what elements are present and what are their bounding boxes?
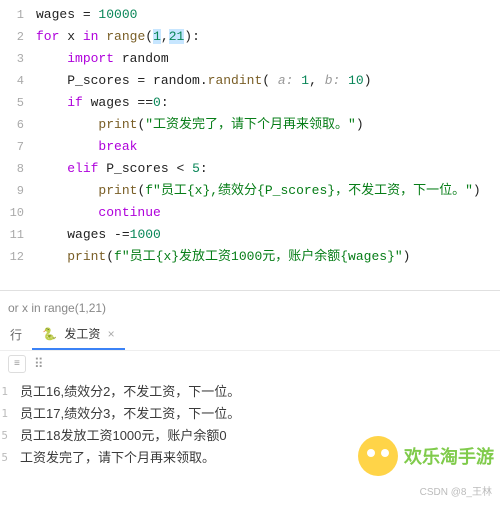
line-number: 6 — [0, 114, 36, 136]
code-content[interactable]: for x in range(1,21): — [36, 26, 500, 48]
code-content[interactable]: wages = 10000 — [36, 4, 500, 26]
code-content[interactable]: print(f"员工{x},绩效分{P_scores}，不发工资，下一位。") — [36, 180, 500, 202]
close-icon[interactable]: × — [108, 327, 115, 341]
code-line[interactable]: 10 continue — [0, 202, 500, 224]
code-line[interactable]: 5 if wages ==0: — [0, 92, 500, 114]
tab-bar: 行 🐍 发工资 × — [0, 319, 500, 351]
line-number: 12 — [0, 246, 36, 268]
output-text: 员工17,绩效分3，不发工资，下一位。 — [20, 403, 240, 425]
breadcrumb: or x in range(1,21) — [0, 297, 500, 319]
code-content[interactable]: elif P_scores < 5: — [36, 158, 500, 180]
code-editor[interactable]: 1wages = 100002for x in range(1,21):3 im… — [0, 0, 500, 268]
code-content[interactable]: print(f"员工{x}发放工资1000元，账户余额{wages}") — [36, 246, 500, 268]
line-number: 1 — [0, 4, 36, 26]
code-line[interactable]: 1wages = 10000 — [0, 4, 500, 26]
watermark-text: 欢乐淘手游 — [404, 443, 494, 469]
tab-script[interactable]: 🐍 发工资 × — [32, 319, 125, 350]
credit-text: CSDN @8_王林 — [420, 483, 492, 498]
code-content[interactable]: break — [36, 136, 500, 158]
code-content[interactable]: continue — [36, 202, 500, 224]
output-line-number: 5 — [0, 447, 20, 469]
code-line[interactable]: 9 print(f"员工{x},绩效分{P_scores}，不发工资，下一位。"… — [0, 180, 500, 202]
line-number: 5 — [0, 92, 36, 114]
code-content[interactable]: if wages ==0: — [36, 92, 500, 114]
code-line[interactable]: 11 wages -=1000 — [0, 224, 500, 246]
output-text: 工资发完了，请下个月再来领取。 — [20, 447, 215, 469]
line-number: 7 — [0, 136, 36, 158]
output-line-number: 1 — [0, 381, 20, 403]
line-number: 11 — [0, 224, 36, 246]
code-content[interactable]: import random — [36, 48, 500, 70]
watermark: 欢乐淘手游 — [358, 436, 494, 476]
code-line[interactable]: 4 P_scores = random.randint( a: 1, b: 10… — [0, 70, 500, 92]
code-line[interactable]: 8 elif P_scores < 5: — [0, 158, 500, 180]
output-line-number: 1 — [0, 403, 20, 425]
watermark-logo-icon — [358, 436, 398, 476]
output-line: 1员工17,绩效分3，不发工资，下一位。 — [0, 403, 500, 425]
code-line[interactable]: 3 import random — [0, 48, 500, 70]
line-number: 8 — [0, 158, 36, 180]
output-toolbar: ≡ ⠿ — [0, 351, 500, 377]
line-number: 10 — [0, 202, 36, 224]
code-line[interactable]: 12 print(f"员工{x}发放工资1000元，账户余额{wages}") — [0, 246, 500, 268]
python-icon: 🐍 — [42, 327, 57, 341]
line-number: 9 — [0, 180, 36, 202]
tab-label: 发工资 — [64, 327, 100, 341]
code-line[interactable]: 2for x in range(1,21): — [0, 26, 500, 48]
line-number: 3 — [0, 48, 36, 70]
drag-handle-icon[interactable]: ⠿ — [34, 357, 45, 372]
output-line-number: 5 — [0, 425, 20, 447]
output-text: 员工18发放工资1000元，账户余额0 — [20, 425, 227, 447]
code-line[interactable]: 7 break — [0, 136, 500, 158]
code-content[interactable]: wages -=1000 — [36, 224, 500, 246]
line-number: 2 — [0, 26, 36, 48]
output-menu-button[interactable]: ≡ — [8, 355, 26, 373]
output-line: 1员工16,绩效分2，不发工资，下一位。 — [0, 381, 500, 403]
code-content[interactable]: P_scores = random.randint( a: 1, b: 10) — [36, 70, 500, 92]
code-content[interactable]: print("工资发完了，请下个月再来领取。") — [36, 114, 500, 136]
code-line[interactable]: 6 print("工资发完了，请下个月再来领取。") — [0, 114, 500, 136]
line-number: 4 — [0, 70, 36, 92]
tab-run[interactable]: 行 — [0, 320, 32, 349]
output-text: 员工16,绩效分2，不发工资，下一位。 — [20, 381, 240, 403]
